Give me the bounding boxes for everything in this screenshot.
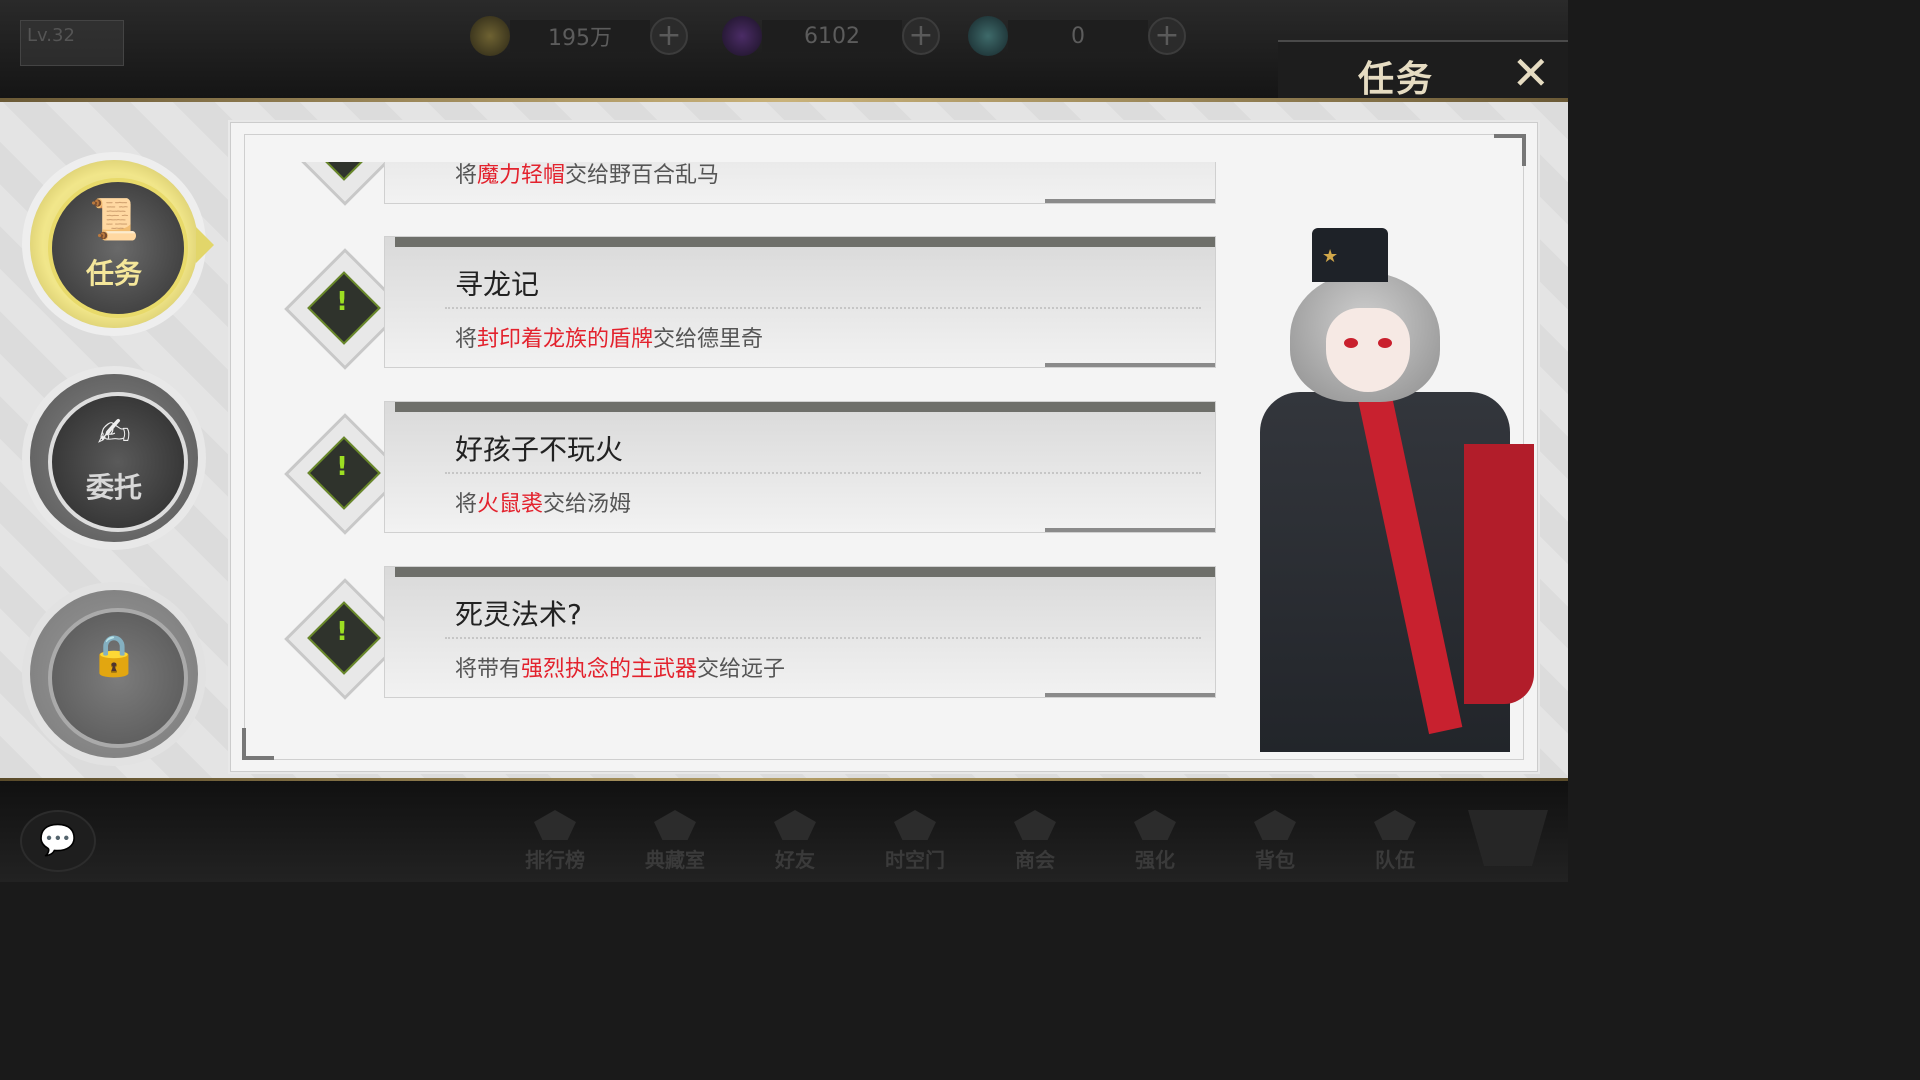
quest-item-highlight: 魔力轻帽 — [477, 163, 566, 188]
quest-card[interactable]: 将魔力轻帽交给野百合乱马 — [384, 162, 1216, 204]
nav-guild-shop[interactable]: 商会 — [980, 810, 1090, 876]
corner-decoration-icon — [1494, 134, 1526, 166]
quest-description: 将封印着龙族的盾牌交给德里奇 — [455, 327, 764, 352]
collection-icon — [654, 810, 696, 840]
lock-chain-icon: 🔒 — [89, 633, 139, 679]
quest-description: 将带有强烈执念的主武器交给远子 — [455, 657, 786, 682]
quest-description: 将火鼠裘交给汤姆 — [455, 492, 632, 517]
nav-portal[interactable]: 时空门 — [860, 810, 970, 876]
quest-card[interactable]: 好孩子不玩火 将火鼠裘交给汤姆 — [384, 401, 1216, 533]
scroll-alert-icon: 📜 — [89, 197, 139, 243]
anvil-icon — [1134, 810, 1176, 840]
nav-backpack[interactable]: 背包 — [1220, 810, 1330, 876]
menu-icon[interactable] — [1468, 810, 1548, 866]
quest-item[interactable]: ! 将魔力轻帽交给野百合乱马 — [264, 162, 1224, 212]
nav-team[interactable]: 队伍 — [1340, 810, 1450, 876]
page-title: 任务 — [1358, 59, 1435, 100]
quest-marker: ! — [284, 248, 406, 370]
gold-amount: 195万 — [510, 20, 650, 52]
chat-icon[interactable]: 💬 — [20, 810, 96, 872]
crystal-amount: 6102 — [762, 20, 902, 52]
gold-resource: 195万 + — [470, 14, 688, 58]
quest-item-highlight: 封印着龙族的盾牌 — [477, 327, 654, 352]
main-area: 📜 任务 ✍ 委托 🔒 ! 将魔力 — [0, 102, 1568, 778]
quest-name: 死灵法术? — [455, 598, 582, 631]
add-token-button[interactable]: + — [1148, 17, 1186, 55]
gold-coin-icon — [470, 16, 510, 56]
npc-character-portrait: ★ — [1240, 222, 1534, 752]
tab-task[interactable]: 📜 任务 — [30, 160, 198, 328]
quest-marker: ! — [284, 413, 406, 535]
quest-item-highlight: 火鼠裘 — [477, 492, 544, 517]
quest-item-highlight: 强烈执念的主武器 — [521, 657, 698, 682]
quest-list[interactable]: ! 将魔力轻帽交给野百合乱马 ! 寻龙记 — [264, 162, 1224, 722]
corner-decoration-icon — [242, 728, 274, 760]
add-gold-button[interactable]: + — [650, 17, 688, 55]
quest-description: 将魔力轻帽交给野百合乱马 — [455, 163, 720, 188]
quest-item[interactable]: ! 寻龙记 将封印着龙族的盾牌交给德里奇 — [264, 236, 1224, 376]
quest-item[interactable]: ! 好孩子不玩火 将火鼠裘交给汤姆 — [264, 401, 1224, 541]
crystal-icon — [722, 16, 762, 56]
quest-name: 好孩子不玩火 — [455, 433, 624, 466]
quest-panel: ! 将魔力轻帽交给野百合乱马 ! 寻龙记 — [228, 120, 1540, 774]
ranking-icon — [534, 810, 576, 840]
quest-name: 寻龙记 — [455, 268, 540, 301]
level-badge[interactable]: Lv.32 — [20, 20, 124, 66]
tab-commission-label: 委托 — [85, 471, 142, 504]
crystal-resource: 6102 + — [722, 14, 940, 58]
close-button[interactable]: ✕ — [1511, 46, 1550, 100]
bottom-nav: 💬 排行榜 典藏室 好友 时空门 商会 强化 背包 队伍 — [0, 778, 1568, 882]
top-bar: Lv.32 195万 + 6102 + 0 + 任务 ✕ — [0, 0, 1568, 104]
quest-card[interactable]: 寻龙记 将封印着龙族的盾牌交给德里奇 — [384, 236, 1216, 368]
nav-collection[interactable]: 典藏室 — [620, 810, 730, 876]
tab-locked[interactable]: 🔒 — [30, 590, 198, 758]
title-tab: 任务 ✕ — [1278, 40, 1568, 104]
nav-enhance[interactable]: 强化 — [1100, 810, 1210, 876]
token-amount: 0 — [1008, 20, 1148, 52]
alert-icon: ! — [336, 617, 348, 647]
quest-item[interactable]: ! 死灵法术? 将带有强烈执念的主武器交给远子 — [264, 566, 1224, 706]
add-crystal-button[interactable]: + — [902, 17, 940, 55]
alert-icon: ! — [336, 287, 348, 317]
document-pen-icon: ✍ — [97, 410, 131, 456]
team-icon — [1374, 810, 1416, 840]
token-icon — [968, 16, 1008, 56]
portal-icon — [894, 810, 936, 840]
nav-ranking[interactable]: 排行榜 — [500, 810, 610, 876]
quest-marker: ! — [284, 162, 406, 206]
shop-icon — [1014, 810, 1056, 840]
active-tab-arrow-icon — [196, 227, 214, 263]
tab-commission[interactable]: ✍ 委托 — [30, 374, 198, 542]
alert-icon: ! — [336, 452, 348, 482]
token-resource: 0 + — [968, 14, 1186, 58]
nav-friends[interactable]: 好友 — [740, 810, 850, 876]
backpack-icon — [1254, 810, 1296, 840]
tab-task-label: 任务 — [85, 257, 142, 290]
quest-marker: ! — [284, 578, 406, 700]
quest-card[interactable]: 死灵法术? 将带有强烈执念的主武器交给远子 — [384, 566, 1216, 698]
friends-icon — [774, 810, 816, 840]
star-icon: ★ — [1322, 246, 1339, 267]
